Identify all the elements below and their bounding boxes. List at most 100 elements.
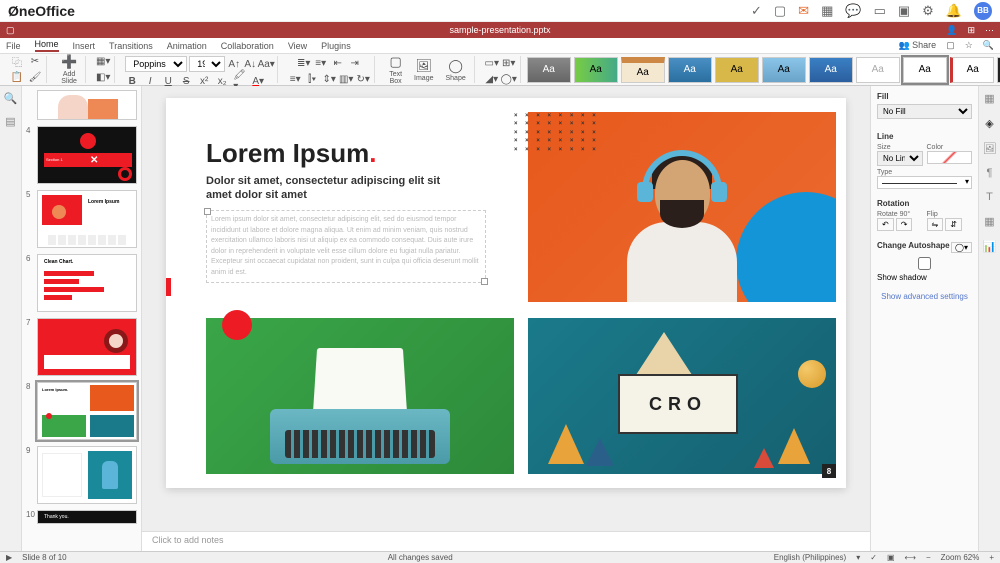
thumb-9[interactable] (37, 446, 137, 504)
theme-item[interactable]: Aa (903, 57, 947, 83)
numbering-icon[interactable]: ≡▾ (314, 56, 328, 70)
bell-icon[interactable]: 🔔 (946, 3, 962, 19)
fill-select[interactable]: No Fill (877, 104, 972, 119)
theme-item[interactable]: Aa (621, 57, 665, 83)
font-size-select[interactable]: 19.5 (189, 56, 225, 72)
mail-icon[interactable]: ✉ (798, 3, 809, 19)
thumb-6[interactable]: Clean Chart. (37, 254, 137, 312)
layout-icon[interactable]: ▦▾ (96, 55, 110, 69)
change-case-icon[interactable]: Aa▾ (259, 57, 273, 71)
increase-indent-icon[interactable]: ⇥ (348, 56, 362, 70)
presentation-icon[interactable]: ▶ (6, 553, 12, 562)
autoshape-picker[interactable]: ◯▾ (951, 242, 972, 253)
align-horiz-icon[interactable]: ≡▾ (288, 72, 302, 86)
tab-insert[interactable]: Insert (73, 41, 96, 51)
thumb-4[interactable]: ✕Section 1 (37, 126, 137, 184)
shape-fill-icon[interactable]: ◢▾ (485, 72, 499, 86)
font-name-select[interactable]: Poppins (125, 56, 187, 72)
align-objects-icon[interactable]: ⊞▾ (502, 56, 516, 70)
copy-icon[interactable]: ⿻ (10, 55, 24, 69)
theme-item[interactable]: Aa (668, 57, 712, 83)
format-painter-icon[interactable]: 🖌 (28, 71, 42, 85)
slide-image-3[interactable]: CRO (528, 318, 836, 474)
tab-home[interactable]: Home (35, 39, 59, 52)
notes-area[interactable]: Click to add notes (142, 531, 870, 551)
zoom-out-icon[interactable]: − (926, 553, 931, 562)
increase-font-icon[interactable]: A↑ (227, 57, 241, 71)
decrease-indent-icon[interactable]: ⇤ (331, 56, 345, 70)
user-icon[interactable]: 👤 (946, 25, 957, 36)
grid-icon[interactable]: ⊞ (967, 25, 975, 36)
theme-item[interactable]: Aa (856, 57, 900, 83)
avatar[interactable]: BB (974, 2, 992, 20)
calendar-icon[interactable]: ▦ (821, 3, 833, 19)
bullets-icon[interactable]: ≣▾ (297, 56, 311, 70)
paragraph-settings-icon[interactable]: ¶ (987, 167, 993, 179)
theme-icon[interactable]: ◧▾ (96, 71, 110, 85)
text-box-button[interactable]: ▢Text Box (385, 54, 406, 85)
arrange-icon[interactable]: ▭▾ (485, 56, 499, 70)
tab-file[interactable]: File (6, 41, 21, 51)
slide-image-2[interactable] (206, 318, 514, 474)
line-size-select[interactable]: No Line (877, 151, 923, 166)
flip-vert-icon[interactable]: ⇵ (945, 218, 962, 231)
thumb-5[interactable]: Lorem Ipsum (37, 190, 137, 248)
chat-icon[interactable]: 💬 (845, 3, 861, 19)
contacts-icon[interactable]: ▣ (898, 3, 910, 19)
find-icon[interactable]: 🔍 (4, 92, 18, 105)
gear-icon[interactable]: ⚙ (922, 3, 934, 19)
slide-body-text[interactable]: Lorem ipsum dolor sit amet, consectetur … (206, 210, 486, 283)
line-spacing-icon[interactable]: ⇕▾ (322, 72, 336, 86)
zoom-level[interactable]: Zoom 62% (941, 553, 980, 562)
check-icon[interactable]: ✓ (751, 3, 762, 19)
shape-outline-icon[interactable]: ◯▾ (502, 72, 516, 86)
thumb-8[interactable]: Lorem Ipsum. (37, 382, 137, 440)
tab-animation[interactable]: Animation (167, 41, 207, 51)
open-location-icon[interactable]: ▢ (946, 40, 955, 51)
flip-horiz-icon[interactable]: ⇋ (927, 218, 944, 231)
slide-settings-icon[interactable]: ▦ (984, 92, 994, 105)
add-slide-button[interactable]: ➕ Add Slide (57, 54, 81, 85)
theme-item[interactable]: Aa (809, 57, 853, 83)
fit-page-icon[interactable]: ▣ (887, 553, 895, 562)
tab-plugins[interactable]: Plugins (321, 41, 351, 51)
video-icon[interactable]: ▭ (874, 3, 886, 19)
text-settings-icon[interactable]: T (986, 191, 993, 203)
theme-item[interactable]: Aa (715, 57, 759, 83)
image-button[interactable]: 🖼Image (410, 58, 437, 82)
spellcheck-icon[interactable]: ▾ (856, 553, 860, 562)
slide-canvas[interactable]: Lorem Ipsum. Dolor sit amet, consectetur… (166, 98, 846, 488)
rotate-left-icon[interactable]: ↶ (877, 218, 894, 231)
thumb-3[interactable] (37, 90, 137, 120)
line-color-picker[interactable] (927, 151, 973, 164)
align-vert-icon[interactable]: ⫿▾ (305, 72, 319, 86)
more-icon[interactable]: ⋯ (985, 25, 994, 36)
thumb-7[interactable] (37, 318, 137, 376)
tab-view[interactable]: View (288, 41, 307, 51)
slide-subtitle[interactable]: Dolor sit amet, consectetur adipiscing e… (206, 174, 466, 203)
tab-collaboration[interactable]: Collaboration (221, 41, 274, 51)
theme-item[interactable]: Aa (527, 57, 571, 83)
zoom-in-icon[interactable]: + (989, 553, 994, 562)
slide-title[interactable]: Lorem Ipsum. (206, 138, 376, 169)
search-icon[interactable]: 🔍 (983, 40, 994, 51)
folder-icon[interactable]: ▢ (774, 3, 786, 19)
table-settings-icon[interactable]: ▦ (984, 215, 994, 228)
line-type-select[interactable]: ▾ (877, 176, 972, 189)
image-settings-icon[interactable]: 🖼 (983, 142, 997, 155)
back-icon[interactable]: ▢ (6, 25, 15, 36)
chart-settings-icon[interactable]: 📊 (983, 240, 997, 253)
columns-icon[interactable]: ▥▾ (339, 72, 353, 86)
theme-item[interactable]: Aa (950, 57, 994, 83)
text-direction-icon[interactable]: ↻▾ (356, 72, 370, 86)
star-icon[interactable]: ☆ (965, 40, 973, 51)
show-shadow-checkbox[interactable] (877, 257, 972, 270)
fit-width-icon[interactable]: ⟷ (905, 553, 916, 562)
shape-button[interactable]: ◯Shape (442, 58, 470, 82)
comments-icon[interactable]: ▤ (5, 115, 15, 128)
decrease-font-icon[interactable]: A↓ (243, 57, 257, 71)
language-selector[interactable]: English (Philippines) (774, 553, 846, 562)
thumb-10[interactable]: Thank you. (37, 510, 137, 524)
share-button[interactable]: 👥 Share (898, 40, 936, 51)
paste-icon[interactable]: 📋 (10, 71, 24, 85)
